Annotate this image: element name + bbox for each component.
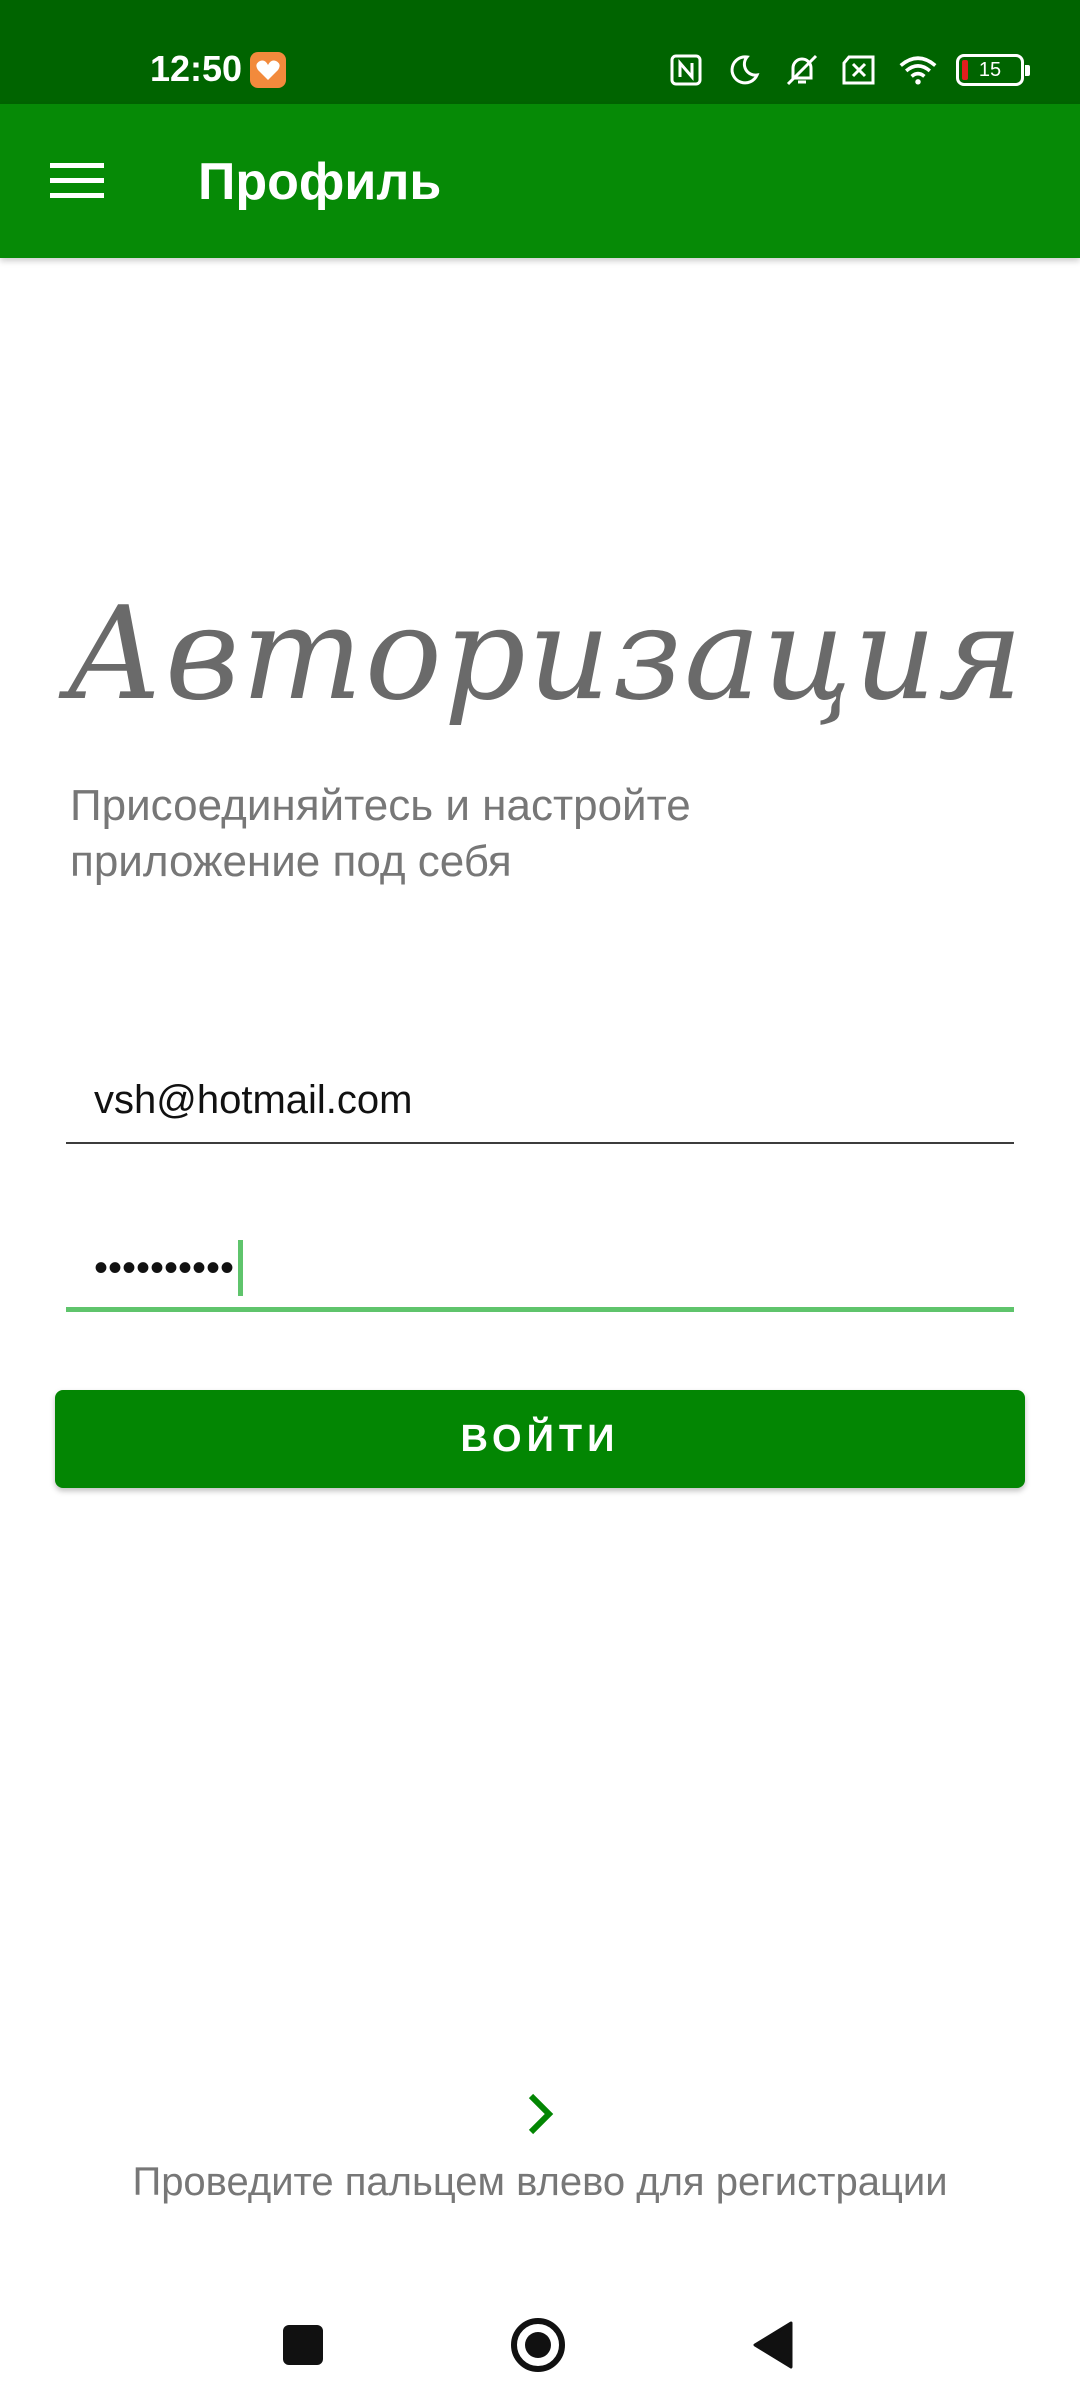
status-time: 12:50	[150, 48, 243, 89]
sim-off-icon	[840, 50, 880, 90]
password-mask: ••••••••••	[94, 1245, 235, 1290]
swipe-hint: Проведите пальцем влево для регистрации	[132, 2160, 948, 2204]
text-cursor	[238, 1240, 244, 1296]
status-bar: 12:50 15	[0, 0, 1080, 104]
app-bar: Профиль	[0, 104, 1080, 258]
password-field[interactable]: ••••••••••	[66, 1222, 1014, 1312]
login-screen: 12:50 15 Профиль Авторизация Присоединяй…	[0, 0, 1080, 2400]
moon-icon	[724, 50, 764, 90]
health-app-icon	[250, 52, 286, 88]
login-button[interactable]: ВОЙТИ	[55, 1390, 1025, 1488]
email-field-container	[66, 1060, 1014, 1144]
hamburger-menu-icon[interactable]	[40, 144, 114, 218]
home-icon[interactable]	[503, 2310, 573, 2380]
back-icon[interactable]	[738, 2310, 808, 2380]
system-nav-bar	[0, 2290, 1080, 2400]
nfc-icon	[666, 50, 706, 90]
chevron-right-icon	[518, 2088, 562, 2140]
email-field[interactable]	[94, 1060, 994, 1140]
page-title: Профиль	[198, 153, 442, 211]
auth-subtitle: Присоединяйтесь и настройте приложение п…	[70, 781, 691, 886]
bell-off-icon	[782, 50, 822, 90]
recent-apps-icon[interactable]	[268, 2310, 338, 2380]
battery-icon: 15	[956, 54, 1030, 86]
wifi-icon	[898, 50, 938, 90]
password-value: ••••••••••	[94, 1238, 244, 1298]
auth-title: Авторизация	[66, 580, 1025, 729]
battery-level: 15	[978, 58, 1002, 81]
status-icons: 15	[666, 48, 1030, 92]
